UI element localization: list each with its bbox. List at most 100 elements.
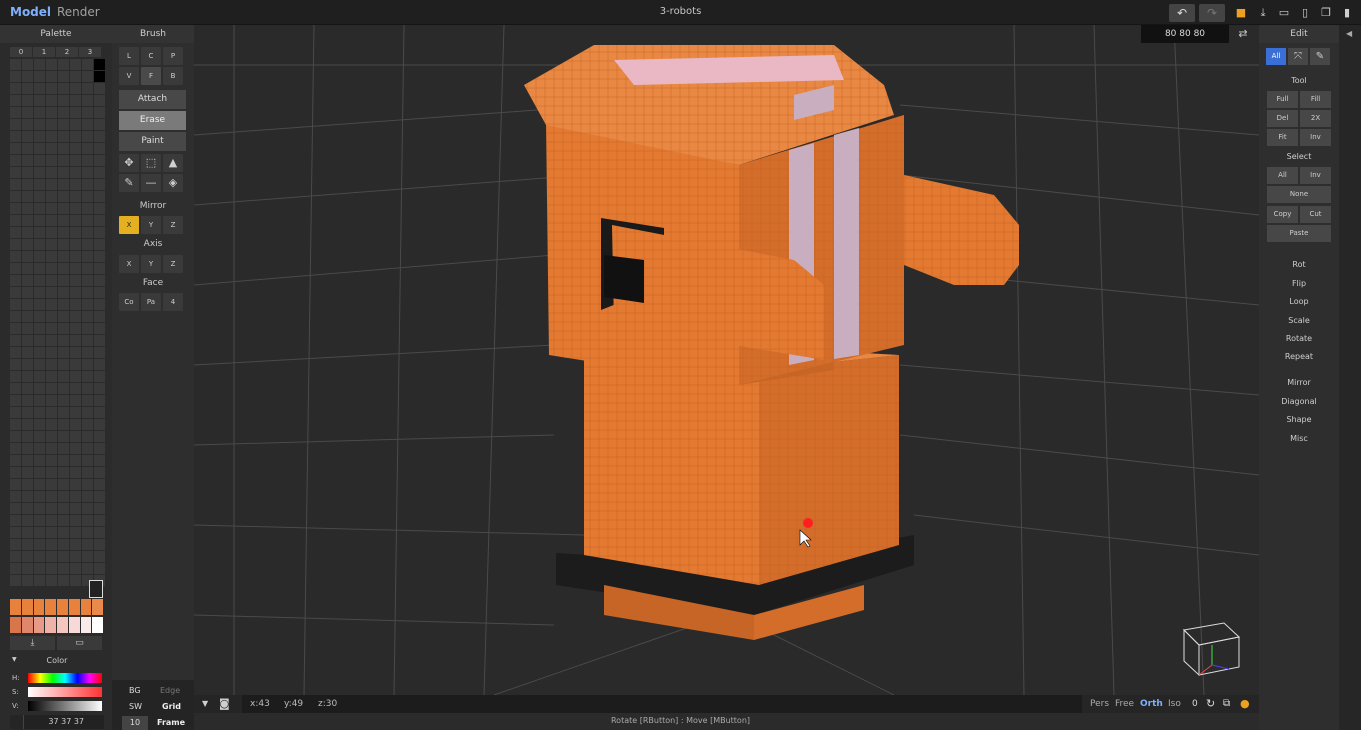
misc-button[interactable]: Misc	[1259, 434, 1339, 443]
palette-cell[interactable]	[70, 455, 81, 466]
palette-cell[interactable]	[94, 359, 105, 370]
palette-cell[interactable]	[34, 335, 45, 346]
edit-tab-all[interactable]: All	[1266, 48, 1286, 65]
palette-cell[interactable]	[70, 311, 81, 322]
palette-cell[interactable]	[82, 323, 93, 334]
palette-cell[interactable]	[94, 215, 105, 226]
palette-cell[interactable]	[22, 107, 33, 118]
palette-cell[interactable]	[70, 83, 81, 94]
palette-cell[interactable]	[34, 119, 45, 130]
copy-button[interactable]: Copy	[1267, 206, 1298, 223]
face-co-button[interactable]: Co	[119, 293, 139, 311]
palette-cell[interactable]	[46, 287, 57, 298]
palette-cell[interactable]	[34, 227, 45, 238]
palette-cell[interactable]	[10, 479, 21, 490]
palette-tab-1[interactable]: 1	[33, 47, 55, 57]
palette-cell[interactable]	[82, 407, 93, 418]
palette-cell[interactable]	[34, 275, 45, 286]
palette-swatch[interactable]	[45, 617, 56, 633]
palette-cell[interactable]	[46, 155, 57, 166]
palette-cell[interactable]	[10, 431, 21, 442]
palette-cell[interactable]	[82, 191, 93, 202]
palette-cell[interactable]	[58, 455, 69, 466]
palette-cell[interactable]	[22, 455, 33, 466]
palette-cell[interactable]	[58, 251, 69, 262]
palette-swatch[interactable]	[57, 617, 68, 633]
model-size-field[interactable]: 80 80 80	[1141, 25, 1229, 43]
palette-cell[interactable]	[58, 59, 69, 70]
palette-cell[interactable]	[46, 215, 57, 226]
palette-cell[interactable]	[58, 515, 69, 526]
palette-cell[interactable]	[46, 455, 57, 466]
redo-button[interactable]: ↷	[1199, 4, 1225, 22]
palette-cell[interactable]	[10, 287, 21, 298]
palette-cell[interactable]	[82, 359, 93, 370]
palette-cell[interactable]	[58, 95, 69, 106]
palette-cell[interactable]	[10, 119, 21, 130]
palette-cell[interactable]	[10, 59, 21, 70]
palette-cell[interactable]	[70, 71, 81, 82]
palette-cell[interactable]	[70, 239, 81, 250]
palette-cell[interactable]	[58, 395, 69, 406]
palette-cell[interactable]	[58, 575, 69, 586]
palette-cell[interactable]	[82, 71, 93, 82]
palette-cell[interactable]	[46, 503, 57, 514]
axis-z-button[interactable]: Z	[163, 255, 183, 273]
palette-cell[interactable]	[10, 491, 21, 502]
palette-cell[interactable]	[46, 95, 57, 106]
palette-cell[interactable]	[34, 467, 45, 478]
palette-cell[interactable]	[34, 539, 45, 550]
palette-cell[interactable]	[46, 515, 57, 526]
palette-swatch[interactable]	[92, 599, 103, 615]
palette-cell[interactable]	[34, 179, 45, 190]
palette-cell[interactable]	[34, 287, 45, 298]
palette-cell[interactable]	[34, 83, 45, 94]
palette-cell[interactable]	[46, 419, 57, 430]
palette-cell[interactable]	[70, 551, 81, 562]
palette-swatch[interactable]	[33, 599, 45, 615]
palette-cell[interactable]	[94, 83, 105, 94]
line-icon[interactable]: —	[141, 174, 161, 192]
palette-cell[interactable]	[46, 479, 57, 490]
palette-cell[interactable]	[10, 347, 21, 358]
palette-cell[interactable]	[94, 431, 105, 442]
palette-cell[interactable]	[22, 239, 33, 250]
palette-cell[interactable]	[46, 71, 57, 82]
palette-cell[interactable]	[46, 575, 57, 586]
palette-cell[interactable]	[58, 287, 69, 298]
palette-swatch-row[interactable]	[10, 617, 104, 633]
attach-button[interactable]: Attach	[119, 90, 186, 109]
palette-cell[interactable]	[70, 407, 81, 418]
tool-inv-button[interactable]: Inv	[1300, 129, 1331, 146]
palette-cell[interactable]	[34, 383, 45, 394]
palette-cell[interactable]	[10, 395, 21, 406]
picker-icon[interactable]: ✎	[119, 174, 139, 192]
zero-button[interactable]: 0	[1192, 695, 1198, 713]
palette-cell[interactable]	[46, 311, 57, 322]
palette-cell[interactable]	[82, 215, 93, 226]
palette-cell[interactable]	[82, 419, 93, 430]
collapse-arrow-icon[interactable]: ▼	[12, 656, 17, 663]
move-icon[interactable]: ✥	[119, 154, 139, 172]
palette-cell[interactable]	[22, 119, 33, 130]
palette-cell[interactable]	[10, 515, 21, 526]
palette-cell[interactable]	[22, 143, 33, 154]
palette-cell[interactable]	[22, 491, 33, 502]
brush-mode-c[interactable]: C	[141, 47, 161, 65]
palette-cell[interactable]	[10, 527, 21, 538]
palette-cell[interactable]	[22, 383, 33, 394]
palette-cell[interactable]	[94, 347, 105, 358]
palette-cell[interactable]	[70, 95, 81, 106]
rot-button[interactable]: Rot	[1259, 260, 1339, 269]
tool-fill-button[interactable]: Fill	[1300, 91, 1331, 108]
palette-cell[interactable]	[70, 515, 81, 526]
palette-cell[interactable]	[58, 419, 69, 430]
palette-cell[interactable]	[82, 59, 93, 70]
saturation-slider[interactable]: S:	[10, 686, 104, 698]
palette-cell[interactable]	[10, 455, 21, 466]
palette-cell[interactable]	[58, 527, 69, 538]
smiley-icon[interactable]: ●	[1240, 695, 1250, 713]
palette-cell[interactable]	[22, 407, 33, 418]
palette-cell[interactable]	[70, 491, 81, 502]
scale-button[interactable]: Scale	[1259, 316, 1339, 325]
